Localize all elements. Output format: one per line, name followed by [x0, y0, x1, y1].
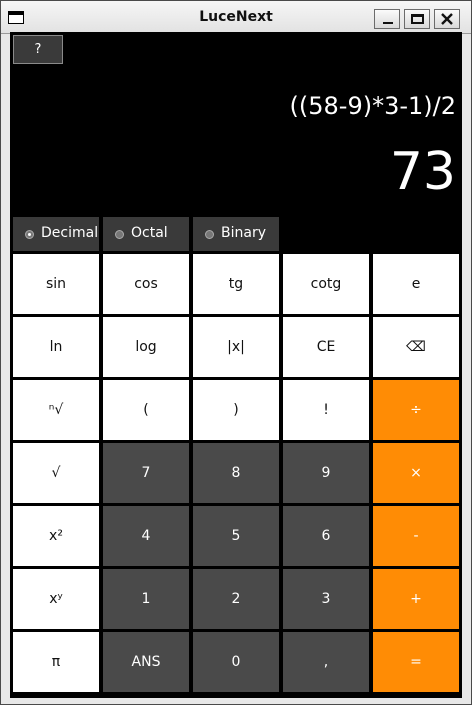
minimize-button[interactable] [374, 9, 400, 29]
window-title: LuceNext [199, 9, 273, 25]
radio-unselected-icon[interactable] [205, 230, 214, 239]
close-button[interactable] [434, 9, 460, 29]
nth-root-button[interactable]: ⁿ√ [13, 380, 99, 440]
mode-decimal[interactable]: Decimal [13, 217, 99, 251]
tan-button[interactable]: tg [193, 254, 279, 314]
clear-entry-button[interactable]: CE [283, 317, 369, 377]
mode-decimal-label: Decimal [41, 225, 99, 241]
open-paren-button[interactable]: ( [103, 380, 189, 440]
maximize-button[interactable] [404, 9, 430, 29]
equals-button[interactable]: = [373, 632, 459, 692]
digit-9-button[interactable]: 9 [283, 443, 369, 503]
mode-octal[interactable]: Octal [103, 217, 189, 251]
digit-1-button[interactable]: 1 [103, 569, 189, 629]
mode-octal-label: Octal [131, 225, 168, 241]
close-icon [441, 13, 453, 25]
digit-8-button[interactable]: 8 [193, 443, 279, 503]
title-bar[interactable]: LuceNext [1, 1, 471, 34]
radio-selected-icon[interactable] [25, 230, 34, 239]
square-root-button[interactable]: √ [13, 443, 99, 503]
sin-button[interactable]: sin [13, 254, 99, 314]
answer-button[interactable]: ANS [103, 632, 189, 692]
digit-2-button[interactable]: 2 [193, 569, 279, 629]
help-button[interactable]: ? [13, 35, 63, 64]
backspace-button[interactable]: ⌫ [373, 317, 459, 377]
power-button[interactable]: xʸ [13, 569, 99, 629]
calculator-window: LuceNext ? ((58-9)*3-1)/2 73 Decimal Oct… [0, 0, 472, 705]
square-button[interactable]: x² [13, 506, 99, 566]
minimize-icon [383, 22, 393, 24]
euler-button[interactable]: e [373, 254, 459, 314]
mode-binary[interactable]: Binary [193, 217, 279, 251]
expression-display: ((58-9)*3-1)/2 [289, 92, 456, 120]
close-paren-button[interactable]: ) [193, 380, 279, 440]
mode-binary-label: Binary [221, 225, 266, 241]
absolute-value-button[interactable]: |x| [193, 317, 279, 377]
digit-4-button[interactable]: 4 [103, 506, 189, 566]
multiply-button[interactable]: × [373, 443, 459, 503]
subtract-button[interactable]: - [373, 506, 459, 566]
pi-button[interactable]: π [13, 632, 99, 692]
result-display: 73 [389, 142, 456, 202]
ln-button[interactable]: ln [13, 317, 99, 377]
digit-5-button[interactable]: 5 [193, 506, 279, 566]
add-button[interactable]: + [373, 569, 459, 629]
maximize-icon [411, 14, 424, 24]
digit-7-button[interactable]: 7 [103, 443, 189, 503]
log-button[interactable]: log [103, 317, 189, 377]
cos-button[interactable]: cos [103, 254, 189, 314]
digit-6-button[interactable]: 6 [283, 506, 369, 566]
decimal-separator-button[interactable]: , [283, 632, 369, 692]
cotangent-button[interactable]: cotg [283, 254, 369, 314]
factorial-button[interactable]: ! [283, 380, 369, 440]
digit-0-button[interactable]: 0 [193, 632, 279, 692]
radio-unselected-icon[interactable] [115, 230, 124, 239]
calculator-body: ? ((58-9)*3-1)/2 73 Decimal Octal Binary… [10, 32, 462, 698]
digit-3-button[interactable]: 3 [283, 569, 369, 629]
divide-button[interactable]: ÷ [373, 380, 459, 440]
